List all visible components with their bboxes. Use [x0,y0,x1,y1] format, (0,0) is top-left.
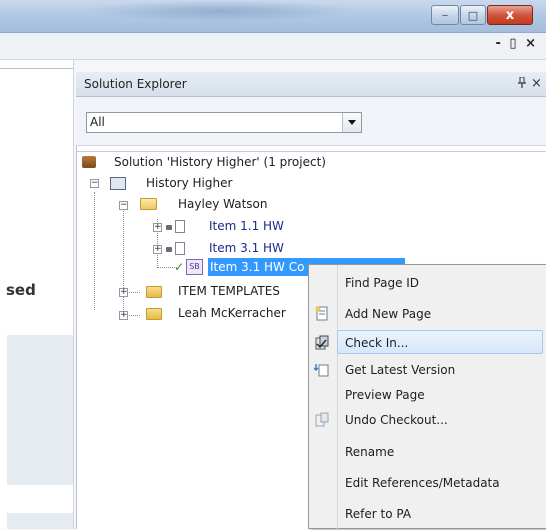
tree-item[interactable]: Item 3.1 HW [209,241,284,255]
minimize-button[interactable]: ‒ [431,5,459,25]
menu-item-add-new-page[interactable]: Add New Page [308,301,546,326]
editor-block [7,513,73,529]
folder-icon [146,286,162,298]
menu-item-find-page-id[interactable]: Find Page ID [308,270,546,295]
close-button[interactable]: x [487,5,533,25]
menu-item-undo-checkout[interactable]: Undo Checkout... [308,407,546,432]
menu-item-rename[interactable]: Rename [308,439,546,464]
menu-item-label: Edit References/Metadata [345,476,500,490]
editor-divider [0,68,73,69]
lock-icon [166,225,172,230]
menu-item-label: Add New Page [345,307,432,321]
menu-item-label: Refer to PA [345,507,412,521]
tree-line [157,267,175,268]
tree-item[interactable]: Item 1.1 HW [209,219,284,233]
tree-item[interactable]: Item 3.1 HW Co [210,260,304,274]
folder-open-icon [140,198,157,210]
title-bar-glow [80,0,360,22]
get-latest-icon [313,362,330,377]
minimize-icon: ‒ [441,9,449,21]
check-in-icon [314,335,330,350]
tree-project[interactable]: History Higher [146,176,232,190]
editor-block [7,335,73,485]
lock-icon [166,247,172,252]
filter-value: All [90,115,105,129]
filter-dropdown[interactable] [86,112,362,133]
expand-icon[interactable]: + [153,245,162,254]
tree-folder-hayley-watson[interactable]: Hayley Watson [178,197,267,211]
menu-item-get-latest-version[interactable]: Get Latest Version [308,357,546,382]
menu-item-label: Undo Checkout... [345,413,448,427]
menu-item-label: Preview Page [345,388,425,402]
tree-folder-item-templates[interactable]: ITEM TEMPLATES [178,284,280,298]
checked-out-checkmark-icon: ✓ [174,260,185,274]
document-window-controls[interactable]: - ▯ × [496,36,539,51]
collapse-icon[interactable]: − [90,179,99,188]
menu-item-edit-references-metadata[interactable]: Edit References/Metadata [308,470,546,495]
tree-line [94,192,95,310]
menu-item-label: Get Latest Version [345,363,456,377]
menu-item-label: Check In... [345,336,409,350]
sb-page-icon: SB [186,259,203,275]
page-icon [175,220,185,233]
expand-icon[interactable]: + [153,223,162,232]
expand-icon[interactable]: + [119,311,128,320]
tree-line [123,211,124,316]
menu-strip [0,33,546,60]
page-icon [175,242,185,255]
expand-icon[interactable]: + [119,288,128,297]
pin-icon[interactable] [517,76,527,91]
tree-line [126,315,140,316]
tree-solution[interactable]: Solution 'History Higher' (1 project) [114,155,326,169]
solution-explorer-title: Solution Explorer [84,77,187,91]
menu-item-label: Find Page ID [345,276,420,290]
editor-partial-text: sed [6,281,36,299]
tree-line [126,292,140,293]
close-icon: x [505,7,515,23]
panel-close-icon[interactable]: × [531,76,542,91]
menu-item-preview-page[interactable]: Preview Page [308,382,546,407]
new-page-icon [314,306,330,321]
menu-item-check-in[interactable]: Check In... [308,330,546,355]
solution-icon [82,156,96,168]
tree-folder-leah-mckerracher[interactable]: Leah McKerracher [178,306,286,320]
folder-icon [146,308,162,320]
undo-checkout-icon [314,412,330,427]
collapse-icon[interactable]: − [119,201,128,210]
maximize-icon: □ [467,8,479,22]
menu-item-label: Rename [345,445,395,459]
project-icon [110,177,126,190]
maximize-button[interactable]: □ [460,5,486,25]
chevron-down-icon[interactable] [342,113,361,132]
menu-item-refer-to-pa[interactable]: Refer to PA [308,501,546,526]
